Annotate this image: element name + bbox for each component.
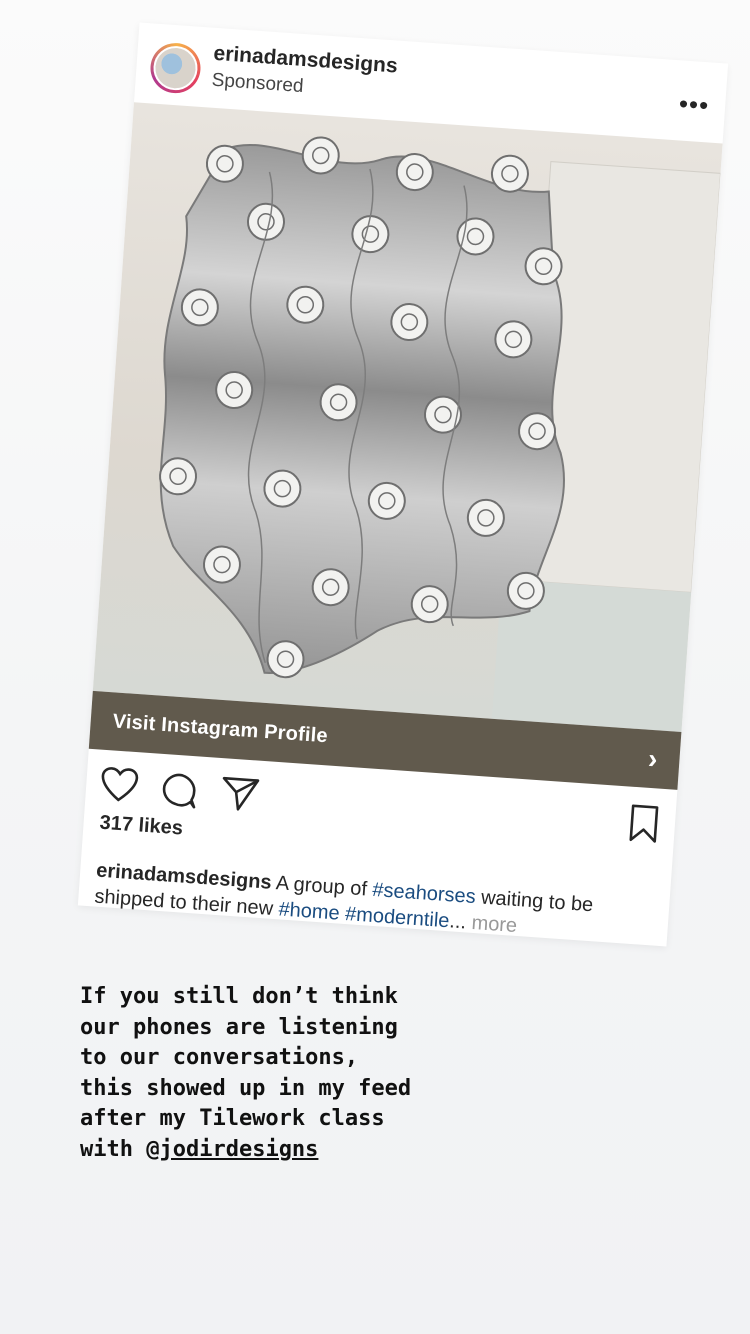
hashtag-home[interactable]: #home (278, 898, 341, 924)
caption-text-1: A group of (270, 871, 374, 901)
instagram-post-card: erinadamsdesigns Sponsored ••• Visit Ins… (77, 22, 729, 947)
post-image[interactable] (92, 102, 723, 733)
story-line-last: with @jodirdesigns (80, 1135, 540, 1166)
share-icon[interactable] (218, 774, 261, 820)
cta-label: Visit Instagram Profile (112, 709, 329, 747)
seahorse-tile-image (159, 136, 722, 733)
story-line: to our conversations, (80, 1045, 359, 1070)
caption-more-link[interactable]: more (465, 911, 518, 937)
story-mention[interactable]: jodirdesigns (159, 1137, 318, 1162)
story-line: after my Tilework class (80, 1106, 385, 1131)
hashtag-moderntile[interactable]: #moderntile (344, 903, 450, 932)
story-line: If you still don’t think (80, 984, 398, 1009)
more-horizontal-icon[interactable]: ••• (678, 88, 710, 120)
chevron-right-icon: › (647, 742, 659, 775)
hashtag-seahorses[interactable]: #seahorses (372, 879, 477, 908)
story-line: this showed up in my feed (80, 1075, 412, 1101)
story-line: our phones are listening (80, 1014, 398, 1040)
story-text: If you still don’t think our phones are … (80, 982, 540, 1165)
bookmark-icon[interactable] (627, 803, 660, 850)
comment-icon[interactable] (159, 770, 200, 816)
heart-icon[interactable] (99, 766, 140, 810)
profile-avatar[interactable] (148, 41, 203, 95)
sponsored-label: Sponsored (211, 69, 305, 98)
story-mention-prefix: with @ (80, 1136, 160, 1162)
